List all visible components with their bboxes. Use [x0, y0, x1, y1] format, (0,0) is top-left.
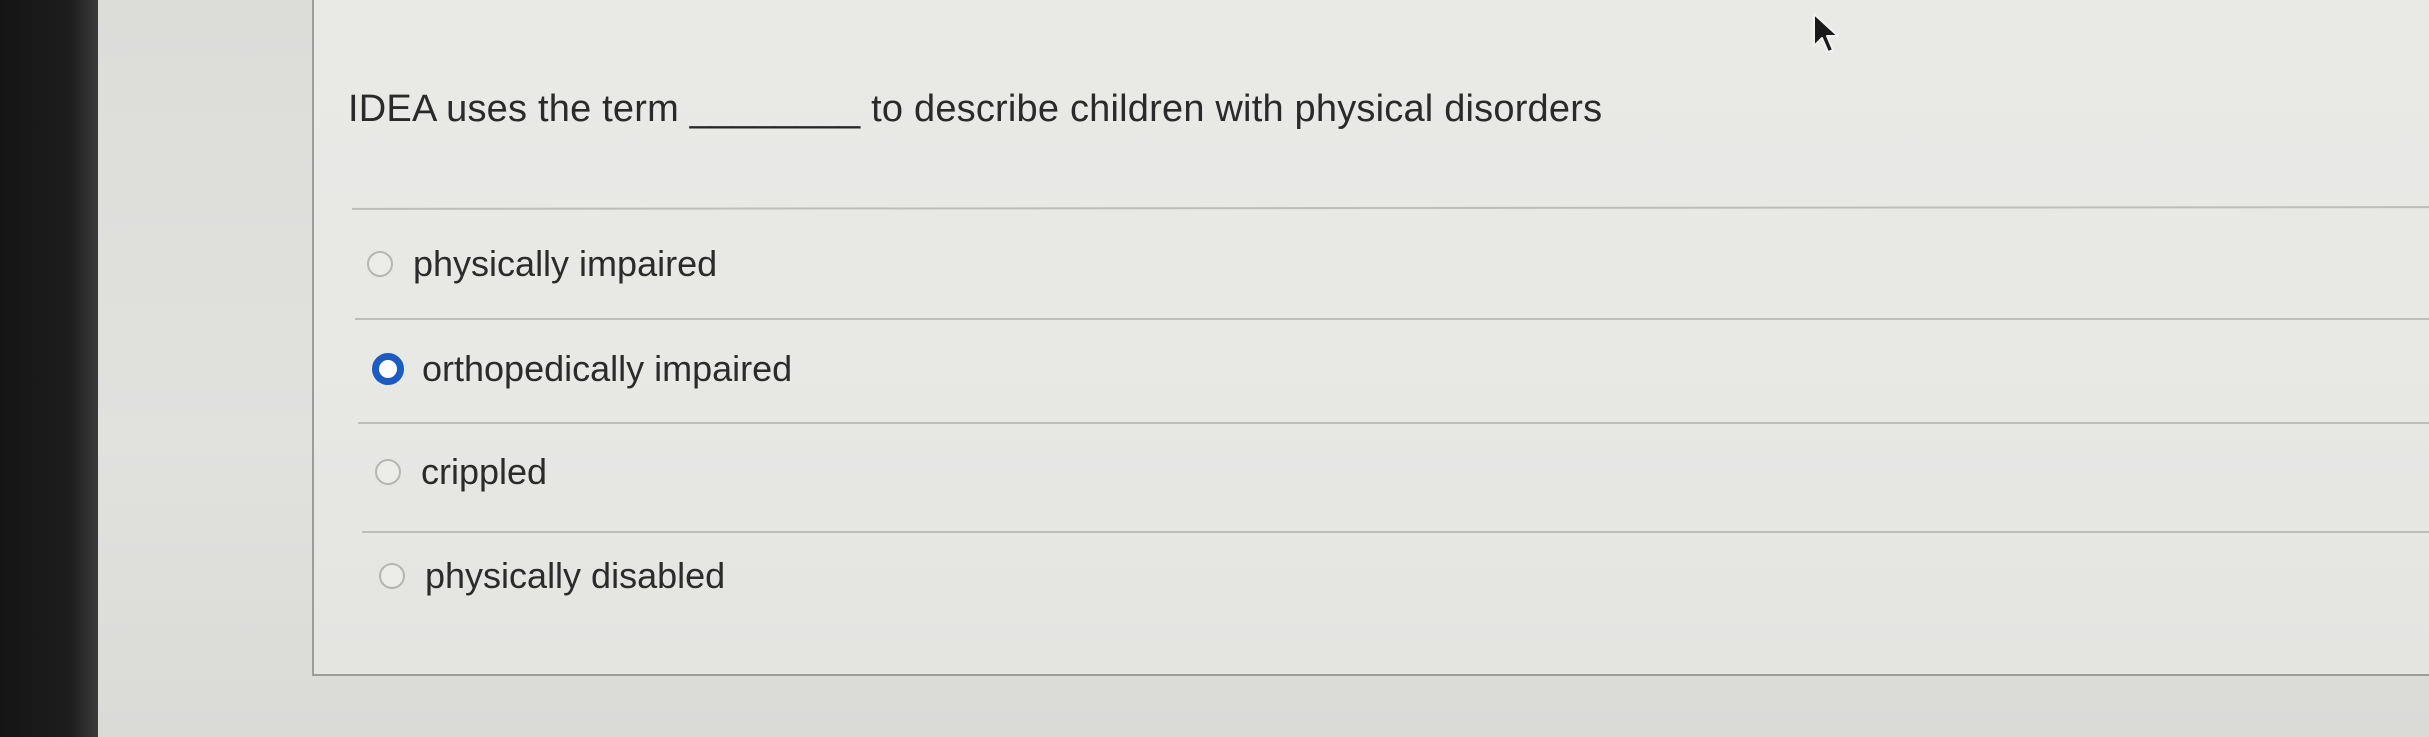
- answer-option-physically-disabled[interactable]: physically disabled: [379, 551, 725, 601]
- radio-button[interactable]: [367, 251, 393, 277]
- option-label: physically disabled: [425, 555, 726, 596]
- answer-option-physically-impaired[interactable]: physically impaired: [367, 239, 717, 289]
- radio-button[interactable]: [379, 563, 405, 589]
- radio-button-selected[interactable]: [372, 353, 404, 385]
- answer-option-orthopedically-impaired[interactable]: orthopedically impaired: [372, 344, 792, 394]
- option-divider: [358, 422, 2429, 424]
- option-label: orthopedically impaired: [422, 348, 793, 389]
- question-text: IDEA uses the term ________ to describe …: [348, 88, 1603, 130]
- screen-bezel: [0, 0, 98, 737]
- radio-button[interactable]: [375, 459, 401, 485]
- option-label: physically impaired: [413, 243, 718, 284]
- mouse-pointer-icon: [1813, 13, 1839, 53]
- option-label: crippled: [421, 451, 548, 492]
- option-divider: [362, 531, 2429, 533]
- answer-option-crippled[interactable]: crippled: [375, 447, 547, 497]
- option-divider: [355, 318, 2429, 320]
